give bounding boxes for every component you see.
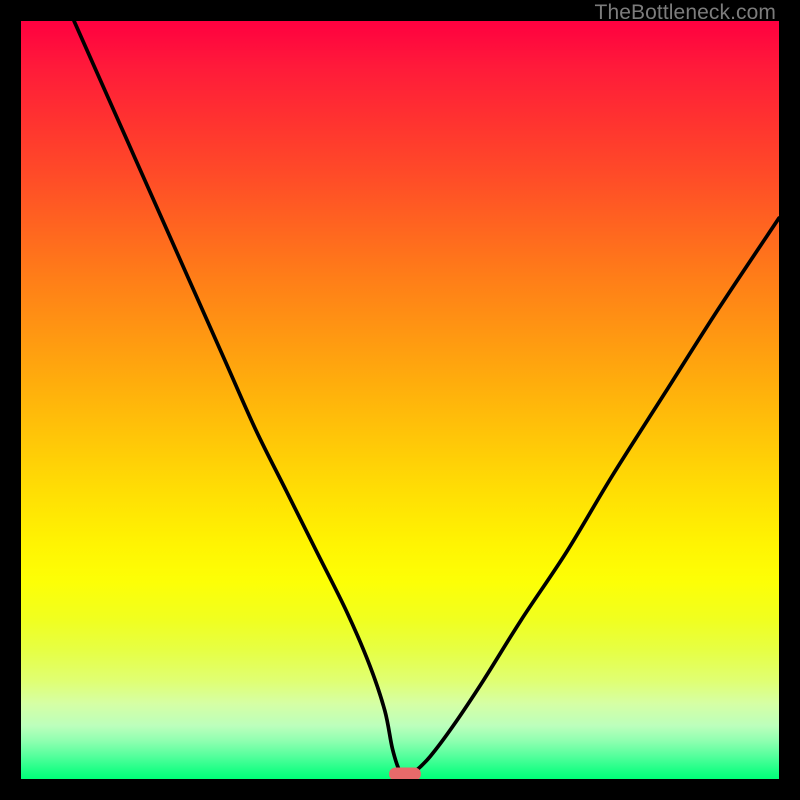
optimum-marker — [389, 768, 421, 779]
bottleneck-curve — [74, 21, 779, 775]
chart-frame: TheBottleneck.com — [0, 0, 800, 800]
plot-area — [21, 21, 779, 779]
watermark-text: TheBottleneck.com — [595, 1, 776, 25]
curve-layer — [21, 21, 779, 779]
